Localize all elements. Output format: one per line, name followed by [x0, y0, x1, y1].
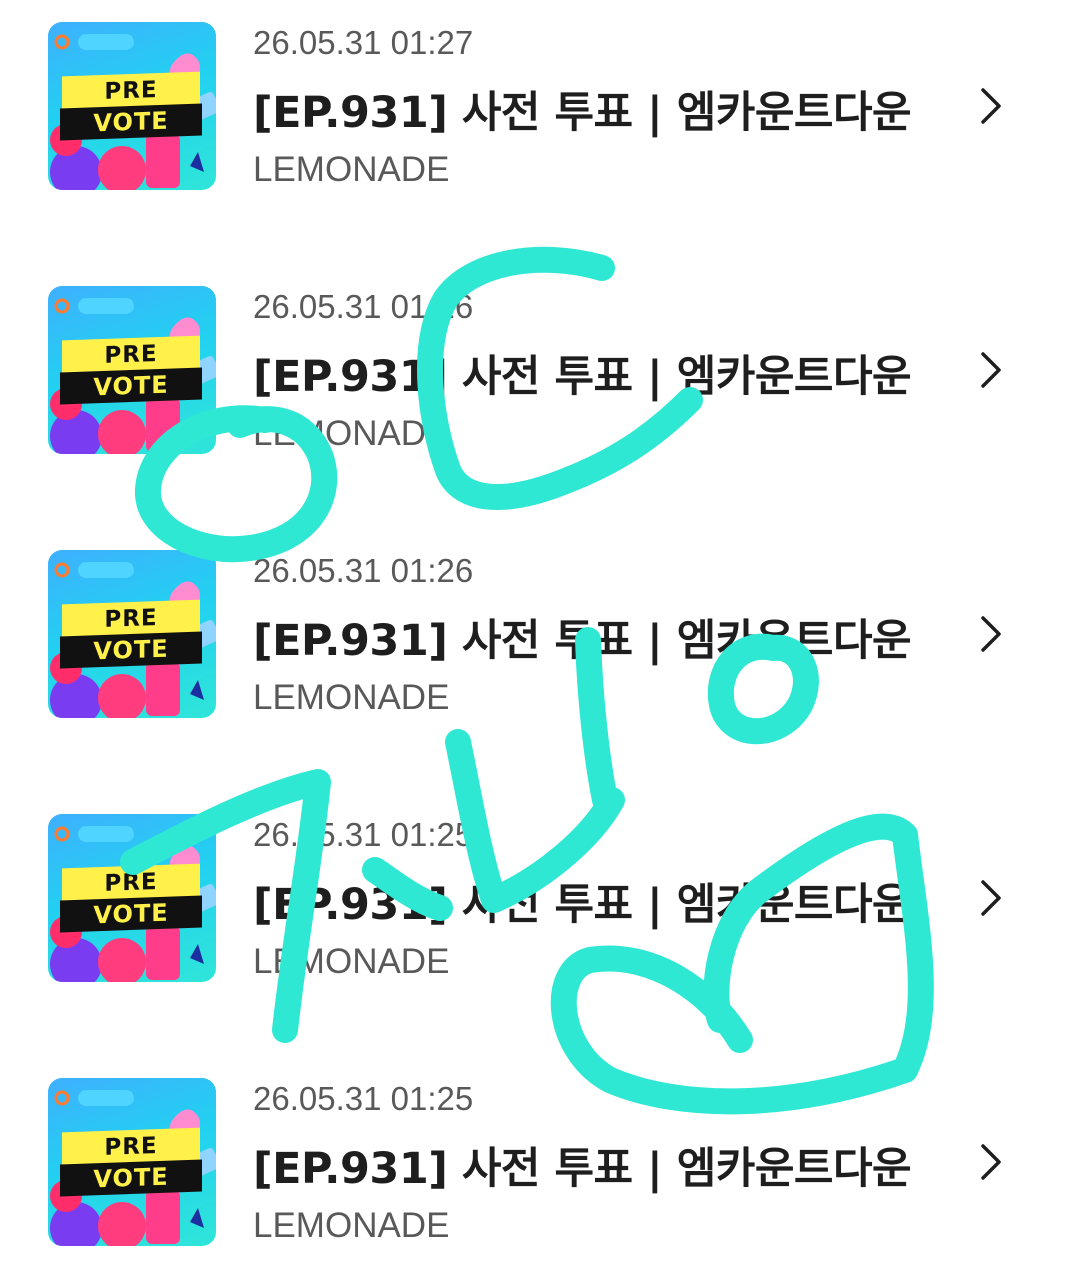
thumbnail-vote-label: VOTE [60, 631, 202, 669]
chevron-right-icon [981, 616, 1001, 652]
item-title: [EP.931] 사전 투표 | 엠카운트다운 [253, 616, 912, 666]
list-item[interactable]: PRE VOTE 26.05.31 01:27 [EP.931] 사전 투표 |… [0, 20, 1080, 220]
list-item[interactable]: PRE VOTE 26.05.31 01:26 [EP.931] 사전 투표 |… [0, 284, 1080, 484]
item-title: [EP.931] 사전 투표 | 엠카운트다운 [253, 880, 912, 930]
pre-vote-thumbnail: PRE VOTE [48, 22, 216, 190]
item-artist: LEMONADE [253, 678, 450, 717]
item-timestamp: 26.05.31 01:26 [253, 552, 474, 589]
thumbnail-vote-label: VOTE [60, 367, 202, 405]
chevron-right-icon [981, 1144, 1001, 1180]
item-timestamp: 26.05.31 01:25 [253, 1080, 474, 1117]
list-item[interactable]: PRE VOTE 26.05.31 01:26 [EP.931] 사전 투표 |… [0, 548, 1080, 748]
pre-vote-thumbnail: PRE VOTE [48, 814, 216, 982]
list-item[interactable]: PRE VOTE 26.05.31 01:25 [EP.931] 사전 투표 |… [0, 1076, 1080, 1276]
chevron-right-icon [981, 88, 1001, 124]
thumbnail-vote-label: VOTE [60, 895, 202, 933]
item-artist: LEMONADE [253, 942, 450, 981]
item-title: [EP.931] 사전 투표 | 엠카운트다운 [253, 1144, 912, 1194]
pre-vote-thumbnail: PRE VOTE [48, 550, 216, 718]
thumbnail-vote-label: VOTE [60, 1159, 202, 1197]
item-timestamp: 26.05.31 01:26 [253, 288, 474, 325]
pre-vote-thumbnail: PRE VOTE [48, 1078, 216, 1246]
item-timestamp: 26.05.31 01:27 [253, 24, 474, 61]
vote-history-list: PRE VOTE 26.05.31 01:27 [EP.931] 사전 투표 |… [0, 0, 1080, 1278]
item-title: [EP.931] 사전 투표 | 엠카운트다운 [253, 88, 912, 138]
item-artist: LEMONADE [253, 414, 450, 453]
chevron-right-icon [981, 352, 1001, 388]
item-title: [EP.931] 사전 투표 | 엠카운트다운 [253, 352, 912, 402]
thumbnail-vote-label: VOTE [60, 103, 202, 141]
list-item[interactable]: PRE VOTE 26.05.31 01:25 [EP.931] 사전 투표 |… [0, 812, 1080, 1012]
item-artist: LEMONADE [253, 150, 450, 189]
pre-vote-thumbnail: PRE VOTE [48, 286, 216, 454]
item-timestamp: 26.05.31 01:25 [253, 816, 474, 853]
item-artist: LEMONADE [253, 1206, 450, 1245]
chevron-right-icon [981, 880, 1001, 916]
